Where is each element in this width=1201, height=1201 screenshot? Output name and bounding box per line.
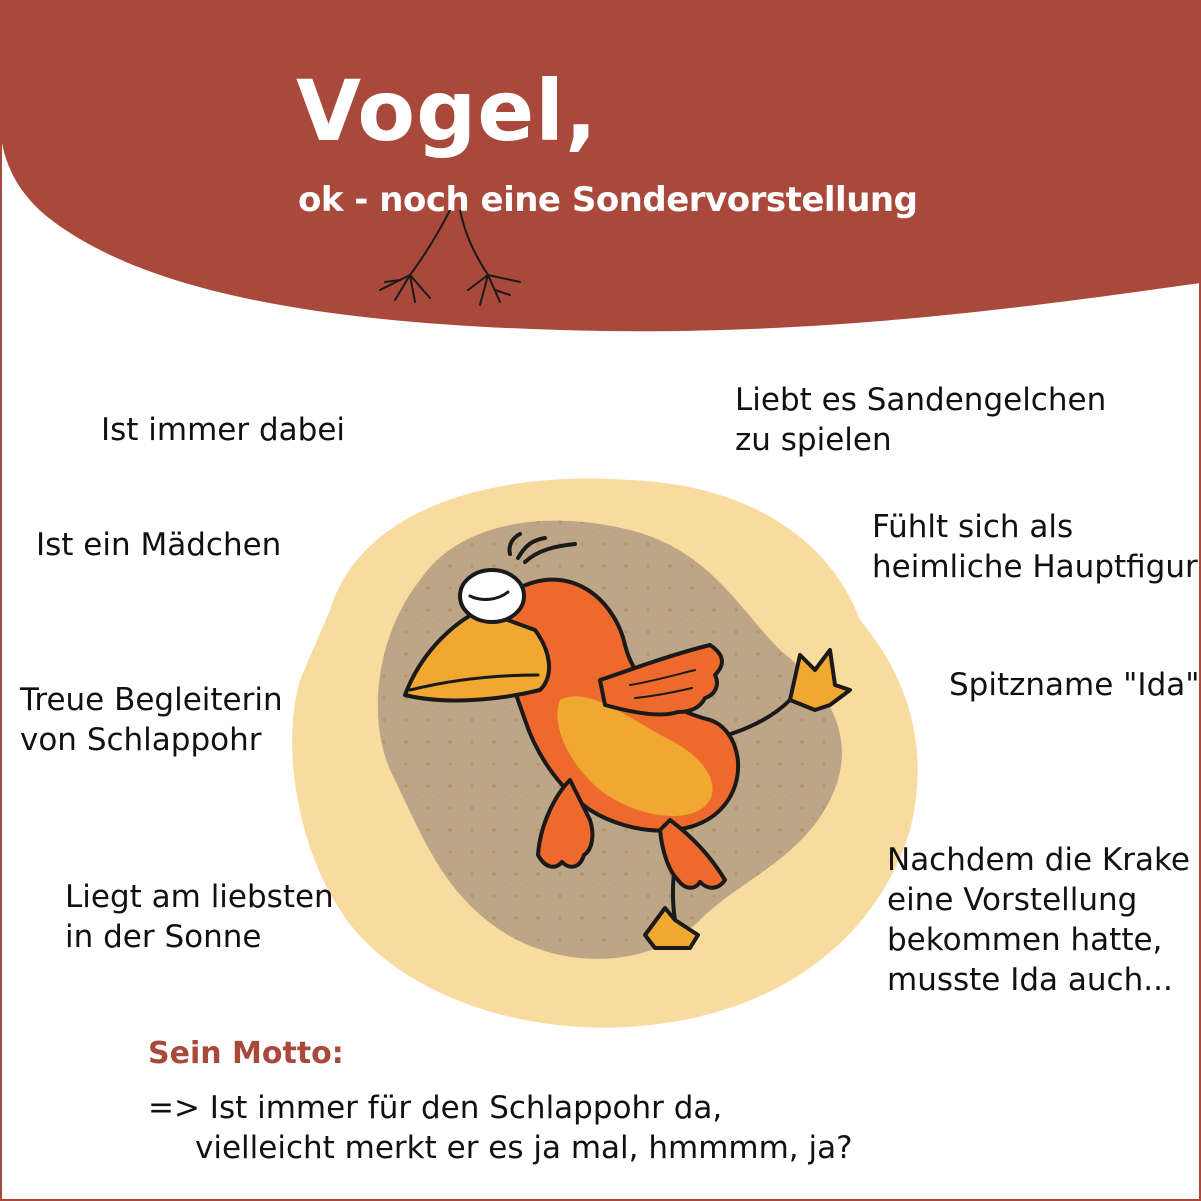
fact-line: Liegt am liebsten [65,879,334,915]
bird-illustration [292,478,918,1028]
fact-sand-angels: Liebt es Sandengelchen zu spielen [735,380,1106,460]
fact-line: von Schlappohr [20,722,262,758]
fact-line: musste Ida auch... [887,962,1173,998]
fact-line: in der Sonne [65,919,262,955]
fact-always-there: Ist immer dabei [101,410,345,450]
fact-line: bekommen hatte, [887,922,1163,958]
fact-line: Liebt es Sandengelchen [735,382,1107,418]
fact-nickname: Spitzname "Ida" [949,665,1200,705]
header-banner [0,0,1201,332]
motto-label: Sein Motto: [148,1036,344,1071]
fact-line: eine Vorstellung [887,882,1138,918]
fact-sun: Liegt am liebsten in der Sonne [65,877,334,957]
fact-main-character: Fühlt sich als heimliche Hauptfigur [872,507,1198,587]
page-title: Vogel, [296,62,598,160]
fact-line: Spitzname "Ida" [949,667,1200,703]
fact-line: Ist ein Mädchen [36,527,282,563]
fact-line: Ist immer dabei [101,412,346,448]
fact-line: zu spielen [735,422,892,458]
motto-text: => Ist immer für den Schlappohr da, viel… [148,1088,853,1168]
motto-line-2: vielleicht merkt er es ja mal, hmmmm, ja… [195,1130,853,1166]
fact-companion: Treue Begleiterin von Schlappohr [20,680,283,760]
bird-feet-icon [379,210,521,306]
fact-line: heimliche Hauptfigur [872,549,1198,585]
motto-line-1: => Ist immer für den Schlappohr da, [148,1090,723,1126]
fact-line: Fühlt sich als [872,509,1074,545]
fact-is-girl: Ist ein Mädchen [36,525,281,565]
fact-octopus: Nachdem die Krake eine Vorstellung bekom… [887,840,1190,1000]
fact-line: Treue Begleiterin [20,682,283,718]
fact-line: Nachdem die Krake [887,842,1190,878]
